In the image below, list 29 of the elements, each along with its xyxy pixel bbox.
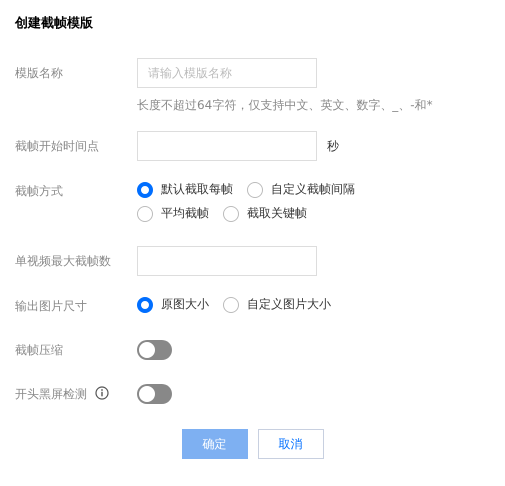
cancel-button[interactable]: 取消 (258, 429, 324, 459)
radio-button[interactable] (137, 182, 153, 198)
radio-button[interactable] (137, 206, 153, 222)
dialog-title: 创建截帧模版 (15, 15, 94, 33)
radio-label[interactable]: 原图大小 (161, 296, 209, 313)
radio-button[interactable] (137, 296, 153, 312)
input-field[interactable] (137, 246, 317, 276)
field-label: 单视频最大截帧数 (15, 252, 111, 270)
radio-button[interactable] (223, 296, 239, 312)
radio-label[interactable]: 默认截取每帧 (161, 181, 233, 198)
radio-button[interactable] (223, 206, 239, 222)
radio-label[interactable]: 自定义截帧间隔 (271, 181, 355, 198)
radio-label[interactable]: 截取关键帧 (247, 205, 307, 222)
unit-label: 秒 (327, 138, 339, 154)
toggle-switch[interactable] (137, 384, 172, 404)
field-label: 截帧开始时间点 (15, 138, 99, 154)
toggle-switch[interactable] (137, 340, 172, 360)
field-label: 截帧方式 (15, 182, 63, 200)
radio-button[interactable] (247, 182, 263, 198)
radio-label[interactable]: 平均截帧 (161, 205, 209, 222)
info-icon[interactable] (95, 386, 109, 402)
field-label: 输出图片尺寸 (15, 298, 87, 314)
field-label: 开头黑屏检测 (15, 386, 87, 402)
field-label: 截帧压缩 (15, 342, 63, 358)
input-field[interactable]: 请输入模版名称 (137, 58, 317, 88)
field-label: 模版名称 (15, 64, 63, 82)
radio-label[interactable]: 自定义图片大小 (247, 296, 331, 313)
hint-text: 长度不超过64字符，仅支持中文、英文、数字、_、-和* (137, 97, 433, 113)
input-field[interactable] (137, 131, 317, 161)
